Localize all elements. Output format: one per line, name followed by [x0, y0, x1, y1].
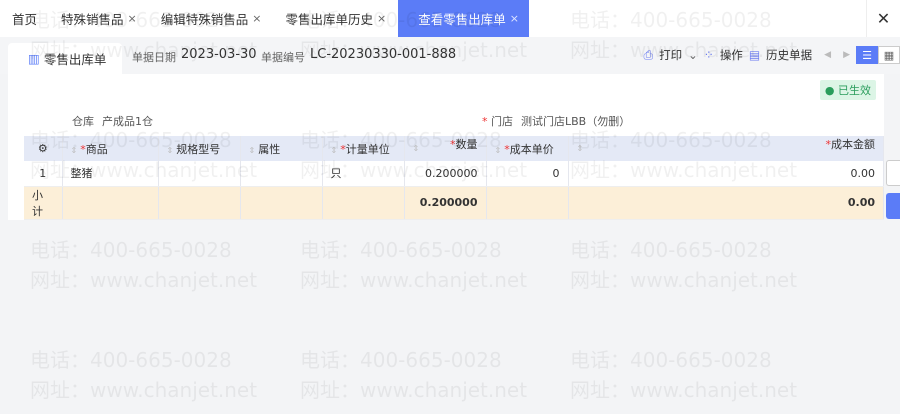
- watermark: 电话：400-665-0028网址：www.chanjet.net: [300, 238, 528, 292]
- col-attr[interactable]: ⇕ 属性: [240, 136, 323, 161]
- cell-qty[interactable]: 0.200000: [404, 161, 487, 187]
- empty-cell: [240, 186, 323, 220]
- col-product[interactable]: ⇕ *商品: [62, 136, 159, 161]
- list-view-button[interactable]: ☰: [856, 46, 878, 64]
- warehouse-value: 产成品1仓: [102, 115, 153, 128]
- close-all-button[interactable]: ✕: [866, 0, 900, 37]
- header-text: 属性: [258, 142, 281, 156]
- header-text: 规格型号: [176, 142, 221, 156]
- header-text: 商品: [85, 142, 108, 156]
- side-panel-tab-active[interactable]: [886, 193, 900, 219]
- doc-no-label: 单据编号: [261, 51, 305, 64]
- cell-price[interactable]: 0: [486, 161, 569, 187]
- printer-icon: ⎙: [643, 47, 654, 62]
- empty-cell: [486, 186, 569, 220]
- col-spec[interactable]: ⇕ 规格型号: [158, 136, 241, 161]
- warehouse-field: 仓库 产成品1仓: [72, 113, 153, 129]
- col-unit[interactable]: ⇕ *计量单位: [322, 136, 405, 161]
- col-qty[interactable]: ⇕ *数量: [404, 136, 487, 161]
- store-field: * 门店 测试门店LBB（勿删）: [482, 115, 631, 128]
- check-circle-icon: ●: [824, 84, 835, 97]
- tab-label: 特殊销售品: [61, 12, 124, 27]
- header-text: 数量: [455, 138, 478, 151]
- cell-product[interactable]: 整猪: [62, 161, 159, 187]
- tab-edit-special-sales[interactable]: 编辑特殊销售品 ×: [149, 0, 274, 37]
- tab-label: 首页: [12, 12, 38, 27]
- watermark: 电话：400-665-0028网址：www.chanjet.net: [30, 348, 258, 402]
- document-body: ● 已生效 仓库 产成品1仓 * 门店 测试门店LBB（勿删） ⚙ ⇕ *商品 ⇕ 规格…: [8, 74, 884, 220]
- history-button[interactable]: 历史单据: [766, 47, 812, 63]
- header-text: 成本金额: [831, 138, 875, 151]
- toolbar: ▥ 零售出库单 单据日期 2023-03-30 单据编号 LC-20230330-…: [0, 37, 900, 74]
- cell-unit[interactable]: 只: [322, 161, 405, 187]
- store-label: 门店: [491, 115, 513, 128]
- date-value: 2023-03-30: [181, 47, 257, 62]
- empty-cell: [62, 186, 159, 220]
- column-settings-icon[interactable]: ⚙: [24, 136, 63, 161]
- doc-tab[interactable]: ▥ 零售出库单: [8, 43, 122, 74]
- watermark: 电话：400-665-0028网址：www.chanjet.net: [570, 348, 798, 402]
- subtotal-amount: 0.00: [568, 186, 884, 220]
- empty-cell: [322, 186, 405, 220]
- row-number: 1: [24, 161, 63, 187]
- tab-bar: 首页 特殊销售品 × 编辑特殊销售品 × 零售出库单历史 × 查看零售出库单 × ✕: [0, 0, 900, 37]
- chart-icon: ▥: [28, 51, 40, 66]
- warehouse-label: 仓库: [72, 115, 94, 128]
- card-view-button[interactable]: ▦: [878, 46, 900, 64]
- doc-tab-label: 零售出库单: [43, 52, 107, 67]
- empty-cell: [158, 186, 241, 220]
- doc-no-value: LC-20230330-001-888: [310, 47, 457, 62]
- side-panel-tab[interactable]: [886, 160, 900, 186]
- operate-button[interactable]: 操作: [720, 47, 743, 63]
- status-badge: ● 已生效: [819, 80, 876, 100]
- cell-attr[interactable]: [240, 161, 323, 187]
- tab-label: 编辑特殊销售品: [160, 12, 249, 27]
- subtotal-label: 小计: [24, 186, 63, 220]
- print-button[interactable]: 打印: [659, 47, 682, 63]
- next-icon[interactable]: ▶: [843, 50, 850, 60]
- watermark: 电话：400-665-0028网址：www.chanjet.net: [570, 238, 798, 292]
- col-price[interactable]: ⇕ *成本单价: [486, 136, 569, 161]
- cell-spec[interactable]: [158, 161, 241, 187]
- header-text: 计量单位: [345, 142, 390, 156]
- tab-view-retail-out[interactable]: 查看零售出库单 ×: [398, 0, 529, 37]
- date-label: 单据日期: [132, 51, 176, 64]
- close-icon[interactable]: ×: [377, 12, 386, 25]
- tab-label: 零售出库单历史: [285, 12, 373, 27]
- tab-home[interactable]: 首页: [0, 0, 49, 37]
- cell-amount[interactable]: 0.00: [568, 161, 884, 187]
- detail-table: ⚙ ⇕ *商品 ⇕ 规格型号 ⇕ 属性 ⇕ *计量单位 ⇕ *数量 ⇕ *成本单价 ⇕ *成本…: [24, 136, 884, 220]
- tab-label: 查看零售出库单: [418, 12, 506, 27]
- header-text: 成本单价: [509, 142, 554, 156]
- tab-retail-history[interactable]: 零售出库单历史 ×: [273, 0, 398, 37]
- grid-icon: ⁘: [703, 48, 714, 62]
- table-row[interactable]: 1 整猪 只 0.200000 0 0.00: [24, 161, 884, 187]
- tab-special-sales[interactable]: 特殊销售品 ×: [49, 0, 149, 37]
- subtotal-row: 小计 0.200000 0.00: [24, 186, 884, 220]
- store-value: 测试门店LBB（勿删）: [521, 115, 631, 128]
- close-icon[interactable]: ×: [252, 12, 261, 25]
- col-amount[interactable]: ⇕ *成本金额: [568, 136, 884, 161]
- close-icon[interactable]: ×: [128, 12, 137, 25]
- watermark: 电话：400-665-0028网址：www.chanjet.net: [300, 348, 528, 402]
- subtotal-qty: 0.200000: [404, 186, 487, 220]
- status-text: 已生效: [838, 84, 871, 97]
- watermark: 电话：400-665-0028网址：www.chanjet.net: [30, 238, 258, 292]
- prev-icon[interactable]: ◀: [824, 50, 831, 60]
- document-icon: ▤: [748, 48, 761, 62]
- close-icon[interactable]: ×: [510, 12, 519, 25]
- chevron-down-icon[interactable]: ⌄: [688, 48, 698, 62]
